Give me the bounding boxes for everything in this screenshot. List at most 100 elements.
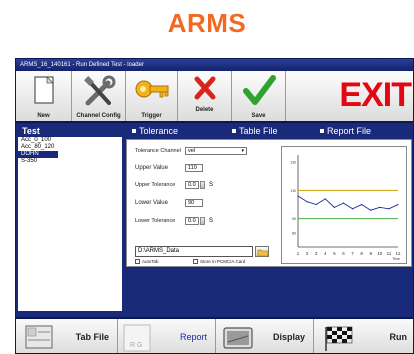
tab-report-file-label: Report File — [327, 126, 372, 136]
checkered-flag-icon — [325, 326, 353, 351]
tab-file-label: Tab File — [75, 332, 109, 342]
key-icon — [135, 80, 168, 98]
chevron-down-icon: ▾ — [241, 148, 244, 154]
data-point — [315, 203, 317, 206]
data-point — [351, 208, 354, 210]
settings-tabs: Tolerance Table File Report File — [126, 125, 412, 137]
exit-label: EXIT — [339, 76, 412, 114]
bottom-nav: Tab File R G Report Display Run — [16, 317, 413, 353]
checkmark-icon — [242, 75, 276, 105]
pcmcia-label: Store In PCMCIA Card — [200, 259, 246, 264]
lower-value-label: Lower Value — [135, 200, 168, 206]
run-label: Run — [389, 332, 408, 342]
lower-tolerance-label: Lower Tolerance — [135, 218, 176, 224]
tolerance-channel-value: vel — [188, 148, 196, 154]
x-axis-label: Time — [392, 257, 400, 261]
list-item[interactable]: Acc_80_120 — [18, 144, 122, 151]
trigger-button[interactable]: Trigger — [126, 71, 178, 121]
exit-button[interactable]: EXIT — [286, 71, 413, 121]
report-icon: R G — [123, 324, 151, 352]
tolerance-panel: Tolerance Channel vel ▾ Upper Value 110 … — [126, 139, 412, 267]
data-point — [388, 208, 390, 210]
delete-x-icon — [194, 76, 215, 100]
tab-table-file-label: Table File — [239, 126, 278, 136]
x-tick-label: 7 — [351, 251, 354, 256]
display-icon — [223, 327, 253, 349]
data-point — [361, 203, 363, 206]
data-path-field[interactable]: D:\ARMS_Data — [135, 246, 253, 257]
data-point — [342, 202, 345, 204]
tab-table-file[interactable]: Table File — [226, 125, 316, 137]
y-tick-label: 90 — [292, 217, 296, 221]
list-item[interactable]: Acc_0_100 — [18, 137, 122, 144]
svg-text:R G: R G — [130, 342, 142, 349]
x-tick-label: 8 — [360, 251, 363, 256]
channel-config-label: Channel Config — [76, 113, 121, 119]
tolerance-channel-select[interactable]: vel ▾ — [185, 147, 247, 155]
upper-value-label: Upper Value — [135, 165, 168, 171]
bullet-icon — [232, 129, 236, 133]
data-point — [397, 203, 399, 206]
tab-file-button[interactable]: Tab File — [16, 319, 118, 353]
series-line — [297, 195, 399, 211]
tools-icon — [83, 75, 115, 106]
data-point — [333, 206, 335, 208]
delete-button[interactable]: Delete — [178, 71, 232, 121]
app-window: ARMS_16_140161 - Run Defined Test - load… — [15, 58, 414, 354]
upper-tolerance-input[interactable]: 0.0 — [185, 181, 199, 189]
autotab-label: AutoTab — [142, 259, 159, 264]
window-titlebar: ARMS_16_140161 - Run Defined Test - load… — [16, 59, 413, 71]
folder-icon — [257, 249, 269, 257]
new-button[interactable]: New — [16, 71, 72, 121]
x-tick-label: 4 — [324, 251, 327, 256]
report-button[interactable]: R G Report — [118, 319, 216, 353]
x-tick-label: 2 — [306, 251, 309, 256]
trigger-button-label: Trigger — [141, 113, 162, 119]
tab-tolerance[interactable]: Tolerance — [126, 125, 226, 137]
list-item-selected[interactable]: DOHN — [18, 151, 58, 158]
tab-report-file[interactable]: Report File — [316, 125, 408, 137]
data-point — [370, 209, 372, 211]
pcmcia-checkbox[interactable]: Store In PCMCIA Card — [193, 259, 245, 264]
y-tick-label: 80 — [292, 231, 296, 235]
toolbar: New Channel Config Trigger Delete Save E… — [16, 71, 413, 123]
channel-config-button[interactable]: Channel Config — [72, 71, 126, 121]
x-tick-label: 12 — [395, 251, 401, 256]
upper-tolerance-spinner[interactable] — [200, 181, 205, 189]
x-tick-label: 3 — [315, 251, 318, 256]
data-point — [306, 201, 308, 203]
browse-folder-button[interactable] — [255, 246, 269, 257]
x-tick-label: 6 — [342, 251, 345, 256]
bullet-icon — [132, 129, 136, 133]
data-point — [297, 195, 299, 197]
x-tick-label: 1 — [297, 251, 300, 256]
x-tick-label: 9 — [369, 251, 372, 256]
display-button[interactable]: Display — [216, 319, 314, 353]
new-button-label: New — [37, 113, 50, 119]
x-tick-label: 11 — [387, 251, 392, 256]
report-label: Report — [179, 332, 207, 342]
run-button[interactable]: Run — [314, 319, 413, 353]
upper-value-input[interactable]: 110 — [185, 164, 203, 172]
chart-svg: 13011090801 2 3 4 5 6 7 8 9 10 11 12Time — [290, 155, 401, 261]
lower-value-input[interactable]: 90 — [185, 199, 203, 207]
upper-tolerance-label: Upper Tolerance — [135, 182, 176, 188]
tolerance-channel-label: Tolerance Channel — [135, 148, 181, 154]
y-tick-label: 110 — [290, 189, 296, 193]
autotab-checkbox[interactable]: AutoTab — [135, 259, 159, 264]
checkbox-box — [135, 259, 140, 264]
save-button[interactable]: Save — [232, 71, 286, 121]
brand-title: ARMS — [167, 8, 247, 38]
upper-tolerance-unit: S — [209, 182, 214, 188]
list-item[interactable]: S-350 — [18, 158, 122, 165]
x-tick-label: 5 — [333, 251, 336, 256]
data-point — [379, 206, 381, 208]
lower-tolerance-unit: S — [209, 218, 214, 224]
lower-tolerance-spinner[interactable] — [200, 217, 205, 225]
test-list: Test Acc_0_100 Acc_80_120 DOHN S-350 — [18, 125, 122, 311]
lower-tolerance-input[interactable]: 0.0 — [185, 217, 199, 225]
tab-file-icon — [25, 325, 53, 349]
new-document-icon — [33, 76, 54, 104]
tab-tolerance-label: Tolerance — [139, 126, 179, 136]
bullet-icon — [320, 129, 324, 133]
